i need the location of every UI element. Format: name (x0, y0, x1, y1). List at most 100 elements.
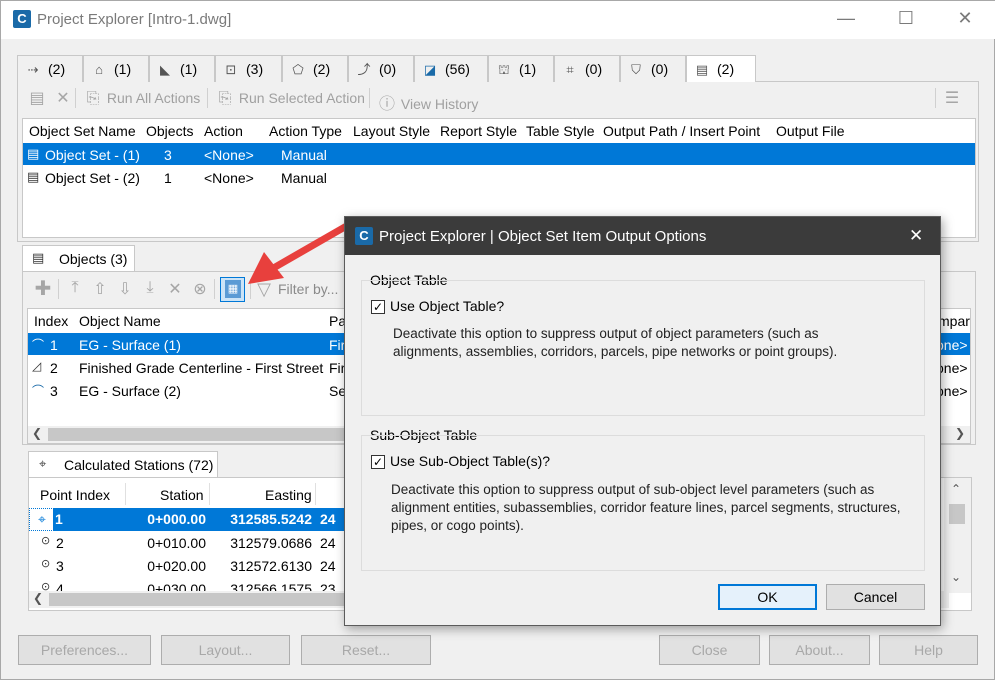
toolbar-separator (369, 88, 370, 108)
use-object-table-label[interactable]: Use Object Table? (390, 298, 504, 314)
point-icon: ⊙ (41, 581, 51, 591)
use-sub-object-table-checkbox[interactable]: ✓ (371, 455, 385, 469)
scrollbar-thumb[interactable] (949, 504, 965, 524)
alignment-icon: ⇢ (27, 62, 39, 77)
point-group-icon: ⌗ (566, 62, 574, 77)
view-history-button[interactable]: ⓘ View History (377, 90, 478, 114)
column-header[interactable]: Action Type (269, 123, 342, 139)
table-row[interactable]: ▤ Object Set - (1) 3 <None> Manual (23, 143, 975, 165)
tab-feature-lines[interactable]: ⤴ (0) (348, 55, 414, 82)
surface-icon: ⌒ (32, 384, 45, 398)
close-window-button[interactable]: ✕ (942, 8, 988, 29)
tab-sample-lines[interactable]: ⛉ (0) (620, 55, 686, 82)
column-header[interactable]: Point Index (40, 487, 110, 503)
column-header[interactable]: Easting (265, 487, 312, 503)
run-selected-action-button[interactable]: ⎘ Run Selected Action (215, 90, 365, 108)
ok-button[interactable]: OK (718, 584, 817, 610)
move-top-icon[interactable]: ⤒ (65, 279, 85, 297)
scrollbar-thumb[interactable] (48, 428, 348, 441)
column-header[interactable]: Object Name (79, 313, 161, 329)
delete-icon[interactable]: ✕ (53, 88, 73, 108)
column-divider (125, 483, 126, 505)
tab-objects[interactable]: ▤ Objects (3) (22, 245, 135, 272)
column-header[interactable]: Layout Style (353, 123, 430, 139)
arrow-shaft (266, 220, 354, 274)
scroll-down-icon[interactable]: ⌄ (951, 570, 961, 584)
run-all-actions-button[interactable]: ⎘ Run All Actions (83, 90, 201, 108)
move-down-icon[interactable]: ⇩ (115, 279, 135, 299)
civil3d-app-icon: C (355, 227, 373, 245)
window-title: Project Explorer [Intro-1.dwg] (37, 11, 232, 28)
column-header[interactable]: Object Set Name (29, 123, 136, 139)
reset-button[interactable]: Reset... (301, 635, 431, 665)
object-set-icon: ▤ (27, 146, 40, 161)
tab-calculated-stations[interactable]: ⌖ Calculated Stations (72) (28, 451, 218, 478)
object-table-description: Deactivate this option to suppress outpu… (393, 326, 838, 359)
alignment-icon: ◿ (32, 359, 42, 373)
tab-object-sets[interactable]: ▤ (2) (686, 55, 756, 83)
dialog-title-bar: C Project Explorer | Object Set Item Out… (345, 217, 940, 255)
column-header[interactable]: Station (160, 487, 204, 503)
dialog-close-button[interactable]: ✕ (909, 226, 923, 246)
table-row[interactable]: ⊙ 4 0+030.00 312566.1575 23 (29, 577, 359, 591)
tab-point-groups[interactable]: ⌗ (0) (554, 55, 620, 82)
add-icon[interactable]: ✚ (33, 279, 53, 299)
column-header[interactable]: Output File (776, 123, 844, 139)
delete-icon[interactable]: ✕ (165, 279, 185, 299)
toolbar-separator (214, 279, 215, 299)
scroll-up-icon[interactable]: ⌃ (951, 482, 961, 496)
tab-surfaces[interactable]: ⬠ (2) (282, 55, 348, 82)
table-row[interactable]: ⊙ 3 0+020.00 312572.6130 24 (29, 554, 359, 577)
about-button[interactable]: About... (769, 635, 870, 665)
clear-icon[interactable]: ⊗ (190, 279, 210, 299)
tab-alignments[interactable]: ⇢ (2) (17, 55, 83, 82)
move-up-icon[interactable]: ⇧ (90, 279, 110, 299)
help-button[interactable]: Help (879, 635, 978, 665)
table-row[interactable]: ⌖ 1 0+000.00 312585.5242 24 (29, 508, 359, 531)
table-row[interactable]: ▤ Object Set - (2) 1 <None> Manual (23, 166, 975, 188)
maximize-button[interactable]: ☐ (883, 8, 929, 29)
move-bottom-icon[interactable]: ⤓ (140, 279, 160, 297)
column-header[interactable]: Report Style (440, 123, 517, 139)
column-header[interactable]: Table Style (526, 123, 594, 139)
toolbar-separator (58, 279, 59, 299)
run-all-icon: ⎘ (86, 90, 100, 107)
corridor-icon: ◣ (160, 62, 170, 77)
column-header[interactable]: Objects (146, 123, 193, 139)
surface-icon: ⬠ (292, 62, 304, 77)
scroll-right-icon[interactable]: ❯ (955, 426, 965, 440)
grid-layout-icon[interactable]: ☰ (941, 88, 963, 108)
close-button[interactable]: Close (659, 635, 760, 665)
civil3d-app-icon: C (13, 10, 31, 28)
cancel-button[interactable]: Cancel (826, 584, 925, 610)
crosshair-icon: ⌖ (38, 511, 46, 527)
object-set-icon: ▤ (27, 169, 40, 184)
scroll-left-icon[interactable]: ❮ (33, 591, 43, 605)
table-options-icon: ▦ (225, 280, 241, 298)
new-object-set-icon[interactable]: ▤ (27, 88, 47, 108)
column-header[interactable]: Output Path / Insert Point (603, 123, 760, 139)
tab-pipe-networks[interactable]: ⛫ (1) (488, 55, 554, 82)
objects-icon: ▤ (32, 250, 45, 265)
use-object-table-checkbox[interactable]: ✓ (371, 300, 385, 314)
vertical-scrollbar[interactable]: ⌃ ⌄ (944, 478, 971, 593)
column-header[interactable]: mpar (938, 313, 970, 329)
annotation-arrow (248, 220, 354, 284)
tab-corridors[interactable]: ◣ (1) (149, 55, 215, 82)
object-set-icon: ▤ (695, 62, 709, 77)
tab-assemblies[interactable]: ⊡ (3) (215, 55, 282, 82)
column-header[interactable]: Index (34, 313, 68, 329)
scrollbar-thumb[interactable] (49, 593, 349, 606)
use-sub-object-table-label[interactable]: Use Sub-Object Table(s)? (390, 453, 550, 469)
tab-parcels[interactable]: ◪ (56) (414, 55, 488, 82)
layout-button[interactable]: Layout... (161, 635, 290, 665)
table-row[interactable]: ⊙ 2 0+010.00 312579.0686 24 (29, 531, 359, 554)
toolbar-separator (207, 88, 208, 108)
preferences-button[interactable]: Preferences... (18, 635, 151, 665)
minimize-button[interactable]: — (823, 8, 869, 29)
scroll-left-icon[interactable]: ❮ (32, 426, 42, 440)
column-header[interactable]: Action (204, 123, 243, 139)
station-marker-icon: ⌖ (39, 456, 47, 471)
tab-profiles[interactable]: ⌂ (1) (83, 55, 149, 82)
dialog-title: Project Explorer | Object Set Item Outpu… (379, 228, 707, 245)
